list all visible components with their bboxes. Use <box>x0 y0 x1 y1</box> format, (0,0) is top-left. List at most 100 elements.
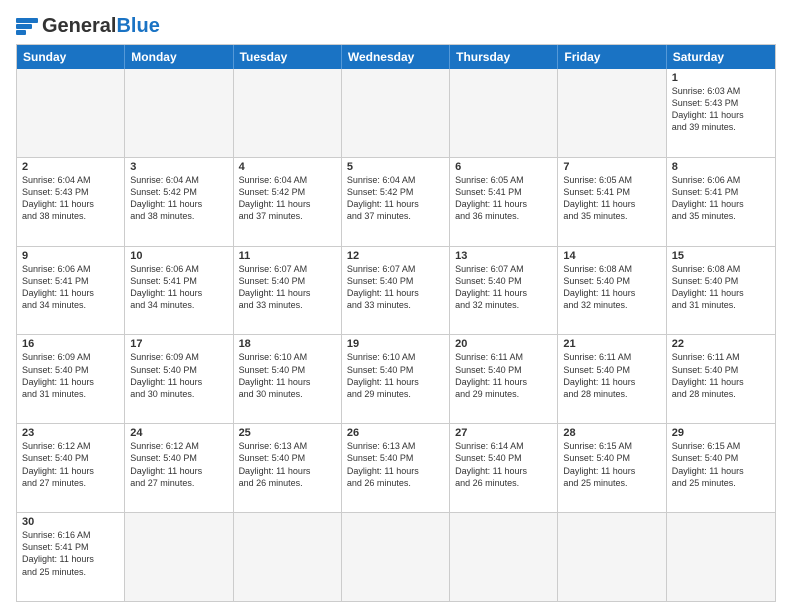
day-number: 7 <box>563 161 660 173</box>
day-number: 8 <box>672 161 770 173</box>
day-number: 20 <box>455 338 552 350</box>
calendar-header-wednesday: Wednesday <box>342 45 450 69</box>
calendar-cell-day-22: 22Sunrise: 6:11 AM Sunset: 5:40 PM Dayli… <box>667 335 775 423</box>
calendar-cell-day-19: 19Sunrise: 6:10 AM Sunset: 5:40 PM Dayli… <box>342 335 450 423</box>
calendar-cell-empty <box>342 513 450 601</box>
calendar-cell-empty <box>125 69 233 157</box>
day-number: 22 <box>672 338 770 350</box>
cell-info: Sunrise: 6:06 AM Sunset: 5:41 PM Dayligh… <box>672 174 770 223</box>
cell-info: Sunrise: 6:10 AM Sunset: 5:40 PM Dayligh… <box>347 351 444 400</box>
day-number: 6 <box>455 161 552 173</box>
calendar-cell-day-4: 4Sunrise: 6:04 AM Sunset: 5:42 PM Daylig… <box>234 158 342 246</box>
calendar-cell-day-16: 16Sunrise: 6:09 AM Sunset: 5:40 PM Dayli… <box>17 335 125 423</box>
calendar-cell-day-9: 9Sunrise: 6:06 AM Sunset: 5:41 PM Daylig… <box>17 247 125 335</box>
header: GeneralBlue <box>16 16 776 36</box>
logo-area: GeneralBlue <box>16 16 160 36</box>
day-number: 12 <box>347 250 444 262</box>
calendar-row-4: 23 Sunrise: 6:12 AM Sunset: 5:40 PM Dayli… <box>17 423 775 512</box>
calendar-cell-empty <box>17 69 125 157</box>
day-number: 14 <box>563 250 660 262</box>
calendar-cell-empty <box>558 69 666 157</box>
calendar-cell-day-14: 14Sunrise: 6:08 AM Sunset: 5:40 PM Dayli… <box>558 247 666 335</box>
day-number: 17 <box>130 338 227 350</box>
cell-info: Sunrise: 6:05 AM Sunset: 5:41 PM Dayligh… <box>455 174 552 223</box>
day-number: 9 <box>22 250 119 262</box>
calendar-cell-empty <box>667 513 775 601</box>
cell-info: Sunrise: 6:04 AM Sunset: 5:43 PM Dayligh… <box>22 174 119 223</box>
calendar-cell-empty <box>450 513 558 601</box>
cell-info: Sunrise: 6:05 AM Sunset: 5:41 PM Dayligh… <box>563 174 660 223</box>
day-number: 5 <box>347 161 444 173</box>
calendar-header-tuesday: Tuesday <box>234 45 342 69</box>
cell-info: Sunrise: 6:14 AM Sunset: 5:40 PM Dayligh… <box>455 440 552 489</box>
calendar-header-sunday: Sunday <box>17 45 125 69</box>
cell-info: Sunrise: 6:13 AM Sunset: 5:40 PM Dayligh… <box>239 440 336 489</box>
calendar-cell-day-2: 2Sunrise: 6:04 AM Sunset: 5:43 PM Daylig… <box>17 158 125 246</box>
cell-info: Sunrise: 6:15 AM Sunset: 5:40 PM Dayligh… <box>563 440 660 489</box>
calendar-cell-day-30: 30Sunrise: 6:16 AM Sunset: 5:41 PM Dayli… <box>17 513 125 601</box>
calendar-cell-day-13: 13Sunrise: 6:07 AM Sunset: 5:40 PM Dayli… <box>450 247 558 335</box>
calendar-cell-day-25: 25Sunrise: 6:13 AM Sunset: 5:40 PM Dayli… <box>234 424 342 512</box>
cell-info: Sunrise: 6:07 AM Sunset: 5:40 PM Dayligh… <box>347 263 444 312</box>
page: GeneralBlue SundayMondayTuesdayWednesday… <box>0 0 792 612</box>
cell-info: Sunrise: 6:09 AM Sunset: 5:40 PM Dayligh… <box>22 351 119 400</box>
calendar-header-friday: Friday <box>558 45 666 69</box>
day-number: 26 <box>347 427 444 439</box>
cell-info: Sunrise: 6:04 AM Sunset: 5:42 PM Dayligh… <box>239 174 336 223</box>
calendar-cell-day-24: 24Sunrise: 6:12 AM Sunset: 5:40 PM Dayli… <box>125 424 233 512</box>
day-number: 13 <box>455 250 552 262</box>
cell-info: Sunrise: 6:08 AM Sunset: 5:40 PM Dayligh… <box>563 263 660 312</box>
cell-info: Sunrise: 6:07 AM Sunset: 5:40 PM Dayligh… <box>239 263 336 312</box>
calendar-cell-day-23: 23Sunrise: 6:12 AM Sunset: 5:40 PM Dayli… <box>17 424 125 512</box>
calendar-header-thursday: Thursday <box>450 45 558 69</box>
calendar-cell-day-10: 10Sunrise: 6:06 AM Sunset: 5:41 PM Dayli… <box>125 247 233 335</box>
cell-info: Sunrise: 6:11 AM Sunset: 5:40 PM Dayligh… <box>672 351 770 400</box>
day-number: 27 <box>455 427 552 439</box>
logo-general: General <box>42 15 116 37</box>
cell-info: Sunrise: 6:13 AM Sunset: 5:40 PM Dayligh… <box>347 440 444 489</box>
calendar-cell-empty <box>234 69 342 157</box>
calendar-cell-day-20: 20Sunrise: 6:11 AM Sunset: 5:40 PM Dayli… <box>450 335 558 423</box>
day-number: 18 <box>239 338 336 350</box>
cell-info: Sunrise: 6:12 AM Sunset: 5:40 PM Dayligh… <box>130 440 227 489</box>
calendar-cell-day-5: 5Sunrise: 6:04 AM Sunset: 5:42 PM Daylig… <box>342 158 450 246</box>
cell-info: Sunrise: 6:11 AM Sunset: 5:40 PM Dayligh… <box>455 351 552 400</box>
calendar-cell-day-15: 15Sunrise: 6:08 AM Sunset: 5:40 PM Dayli… <box>667 247 775 335</box>
calendar-cell-day-17: 17Sunrise: 6:09 AM Sunset: 5:40 PM Dayli… <box>125 335 233 423</box>
calendar-row-2: 9Sunrise: 6:06 AM Sunset: 5:41 PM Daylig… <box>17 246 775 335</box>
cell-info: Sunrise: 6:03 AM Sunset: 5:43 PM Dayligh… <box>672 85 770 134</box>
day-number: 16 <box>22 338 119 350</box>
calendar-cell-day-11: 11Sunrise: 6:07 AM Sunset: 5:40 PM Dayli… <box>234 247 342 335</box>
calendar-row-5: 30Sunrise: 6:16 AM Sunset: 5:41 PM Dayli… <box>17 512 775 601</box>
calendar-row-1: 2Sunrise: 6:04 AM Sunset: 5:43 PM Daylig… <box>17 157 775 246</box>
calendar-cell-day-27: 27Sunrise: 6:14 AM Sunset: 5:40 PM Dayli… <box>450 424 558 512</box>
day-number: 23 <box>22 427 119 439</box>
calendar-cell-day-28: 28Sunrise: 6:15 AM Sunset: 5:40 PM Dayli… <box>558 424 666 512</box>
day-number: 4 <box>239 161 336 173</box>
day-number: 3 <box>130 161 227 173</box>
logo-flag-icon <box>16 18 38 35</box>
day-number: 15 <box>672 250 770 262</box>
day-number: 29 <box>672 427 770 439</box>
calendar-cell-empty <box>234 513 342 601</box>
cell-info: Sunrise: 6:07 AM Sunset: 5:40 PM Dayligh… <box>455 263 552 312</box>
logo-text: GeneralBlue <box>42 16 160 36</box>
cell-info: Sunrise: 6:04 AM Sunset: 5:42 PM Dayligh… <box>130 174 227 223</box>
calendar-cell-day-3: 3Sunrise: 6:04 AM Sunset: 5:42 PM Daylig… <box>125 158 233 246</box>
day-number: 25 <box>239 427 336 439</box>
calendar: SundayMondayTuesdayWednesdayThursdayFrid… <box>16 44 776 602</box>
calendar-header: SundayMondayTuesdayWednesdayThursdayFrid… <box>17 45 775 69</box>
day-number: 19 <box>347 338 444 350</box>
cell-info: Sunrise: 6:16 AM Sunset: 5:41 PM Dayligh… <box>22 529 119 578</box>
calendar-cell-day-21: 21Sunrise: 6:11 AM Sunset: 5:40 PM Dayli… <box>558 335 666 423</box>
calendar-cell-day-6: 6Sunrise: 6:05 AM Sunset: 5:41 PM Daylig… <box>450 158 558 246</box>
calendar-cell-day-7: 7Sunrise: 6:05 AM Sunset: 5:41 PM Daylig… <box>558 158 666 246</box>
calendar-cell-empty <box>342 69 450 157</box>
day-number: 30 <box>22 516 119 528</box>
day-number: 24 <box>130 427 227 439</box>
cell-info: Sunrise: 6:08 AM Sunset: 5:40 PM Dayligh… <box>672 263 770 312</box>
day-number: 21 <box>563 338 660 350</box>
cell-info: Sunrise: 6:11 AM Sunset: 5:40 PM Dayligh… <box>563 351 660 400</box>
logo-blue: Blue <box>116 15 159 37</box>
calendar-row-0: 1Sunrise: 6:03 AM Sunset: 5:43 PM Daylig… <box>17 69 775 157</box>
